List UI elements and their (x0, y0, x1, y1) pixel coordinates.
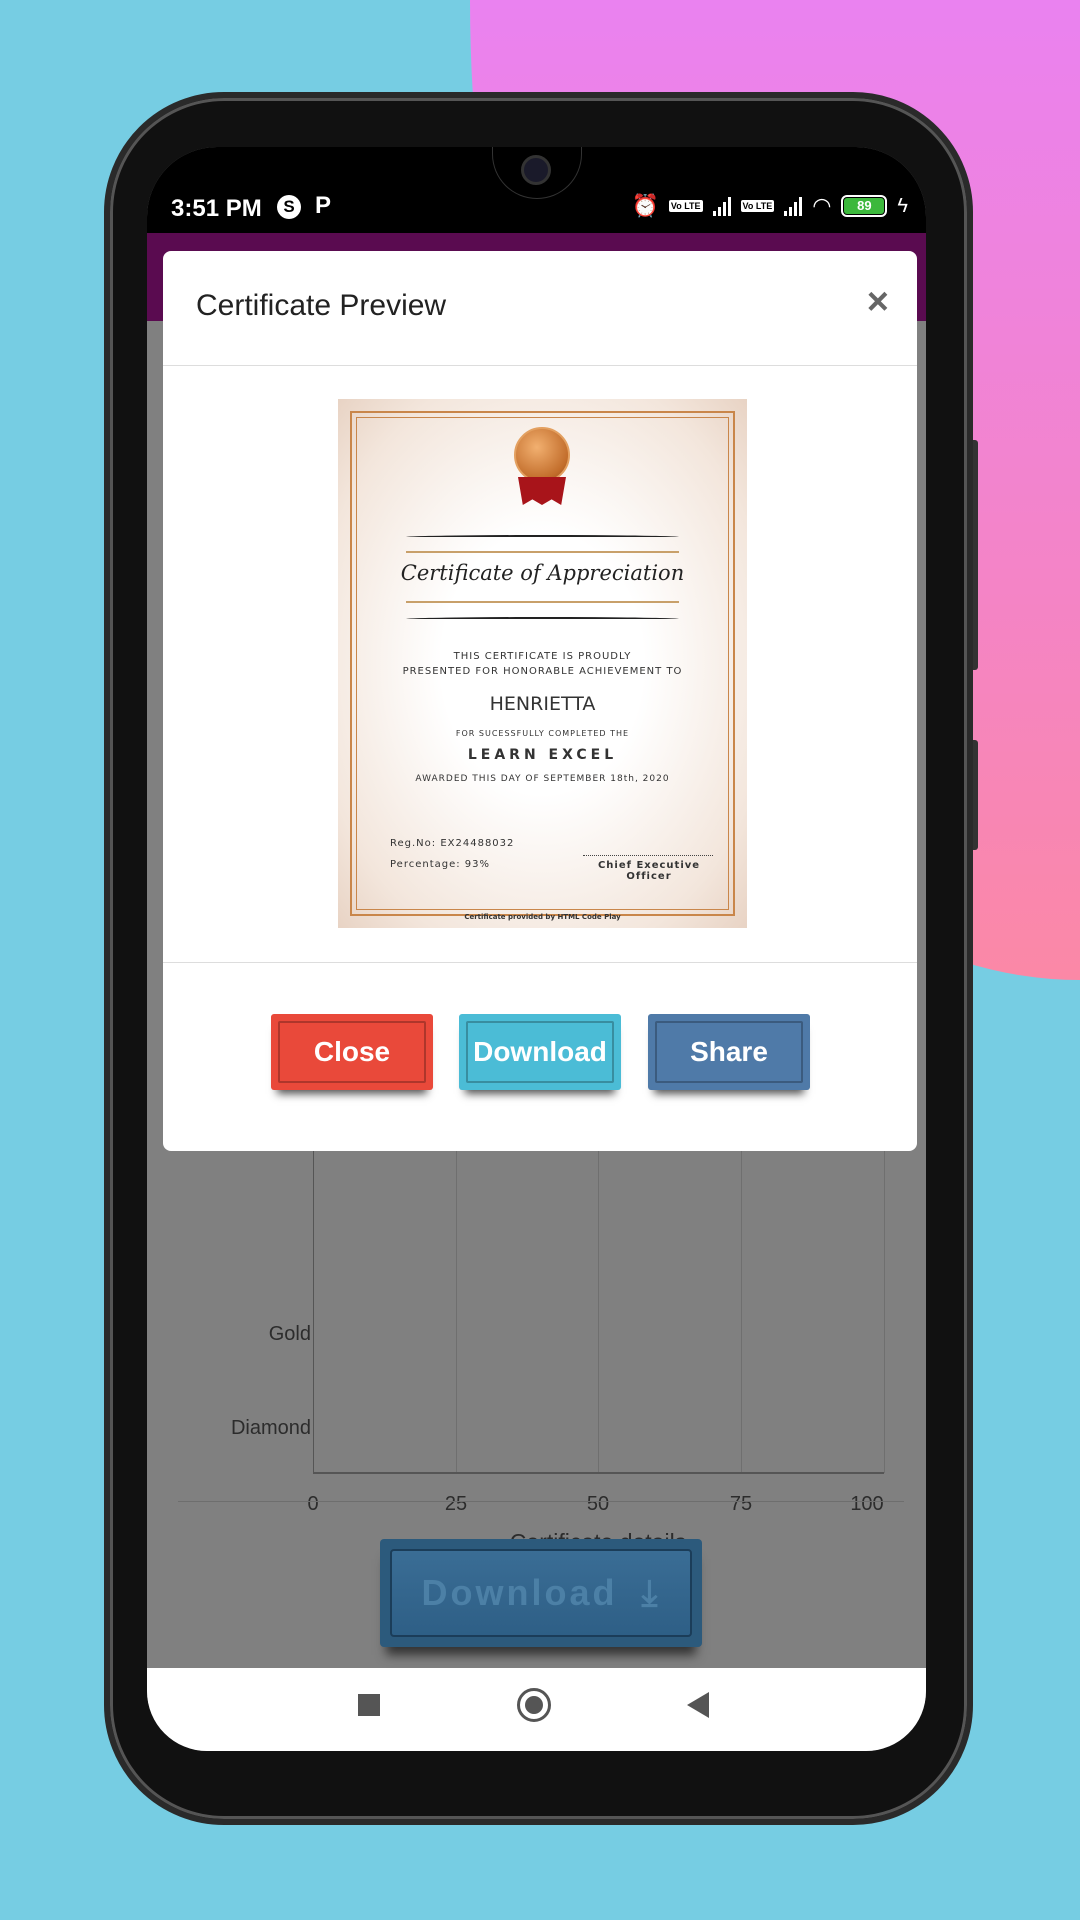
share-button[interactable]: Share (648, 1014, 810, 1090)
x-tick-label: 75 (729, 1493, 753, 1515)
download-certificate-button[interactable]: Download (459, 1014, 621, 1090)
volte-icon: Vo LTE (740, 200, 775, 212)
x-axis-line (313, 1472, 884, 1474)
grid-line (884, 1121, 885, 1473)
back-button[interactable] (687, 1692, 709, 1718)
home-button[interactable] (517, 1688, 551, 1722)
skype-icon: S (277, 195, 301, 219)
signatory: Chief Executive Officer (597, 860, 701, 882)
cert-line1: THIS CERTIFICATE IS PROUDLY (453, 651, 632, 662)
wifi-icon: ◠ (812, 193, 832, 218)
certificate-heading: Certificate of Appreciation (400, 561, 685, 585)
recipient-name: HENRIETTA (489, 693, 596, 715)
footer-divider (163, 962, 917, 963)
signature-line (583, 855, 713, 856)
p-icon: P (315, 192, 332, 219)
ribbon-icon (518, 477, 566, 505)
charging-icon: ϟ (897, 194, 908, 217)
percentage: Percentage: 93% (390, 859, 491, 870)
y-tick-label: Gold (268, 1323, 311, 1345)
close-icon[interactable]: × (867, 281, 889, 324)
cert-line2: PRESENTED FOR HONORABLE ACHIEVEMENT TO (402, 666, 683, 677)
download-button[interactable]: Download ⤓ (380, 1539, 702, 1647)
header-divider (163, 365, 917, 366)
status-time: 3:51 PM (171, 195, 262, 222)
awarded-date: AWARDED THIS DAY OF SEPTEMBER 18th, 2020 (415, 774, 670, 784)
signal-icon (784, 196, 803, 216)
certificate-image: Certificate of Appreciation THIS CERTIFI… (338, 399, 747, 928)
y-axis-line (313, 1121, 314, 1473)
grid-line (741, 1121, 742, 1473)
x-tick-label: 50 (586, 1493, 610, 1515)
divider (178, 1501, 904, 1502)
modal-title: Certificate Preview (196, 289, 447, 322)
course-name: LEARN EXCEL (467, 747, 618, 763)
close-button[interactable]: Close (271, 1014, 433, 1090)
ornament (406, 535, 679, 539)
navigation-bar (147, 1668, 926, 1751)
status-bar: 3:51 PM S P ⏰ Vo LTE Vo LTE ◠ 89 ϟ (147, 147, 926, 233)
reg-no: Reg.No: EX24488032 (390, 838, 515, 849)
cert-line3: FOR SUCESSFULLY COMPLETED THE (455, 729, 630, 738)
camera (521, 155, 551, 185)
x-tick-label: 25 (444, 1493, 468, 1515)
ornament (406, 551, 679, 553)
grid-line (598, 1121, 599, 1473)
recents-button[interactable] (358, 1694, 380, 1716)
volte-icon: Vo LTE (668, 200, 703, 212)
battery-icon: 89 (841, 195, 888, 217)
download-icon: ⤓ (641, 1571, 661, 1613)
x-tick-label: 0 (307, 1493, 319, 1515)
download-label: Download (421, 1572, 618, 1613)
medal-icon (514, 427, 570, 483)
alarm-icon: ⏰ (631, 193, 659, 218)
certificate-footer: Certificate provided by HTML Code Play (464, 913, 621, 921)
grid-line (456, 1121, 457, 1473)
ornament (406, 601, 679, 603)
certificate-preview-modal: Certificate Preview × Certificate of App… (163, 251, 917, 1151)
x-tick-label: 100 (850, 1493, 884, 1515)
signal-icon (712, 196, 731, 216)
y-tick-label: Diamond (230, 1417, 311, 1439)
ornament (406, 617, 679, 621)
